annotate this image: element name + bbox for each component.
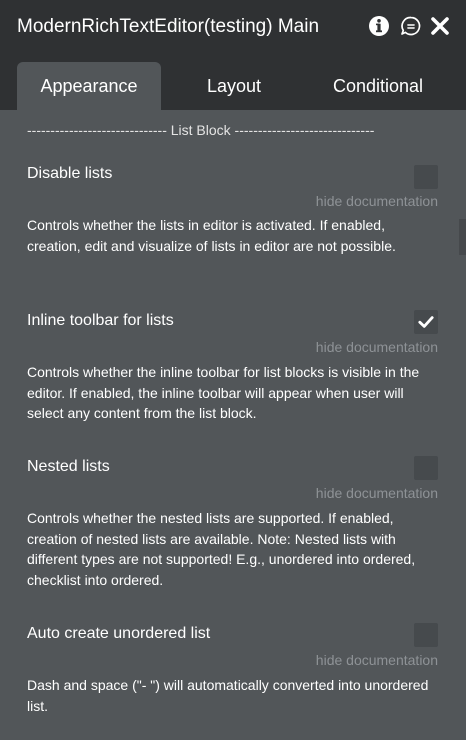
property-label-disable-lists: Disable lists <box>27 165 113 182</box>
checkmark-icon <box>418 315 434 334</box>
hide-documentation-link[interactable]: hide documentation <box>290 652 438 668</box>
checkbox-inline-toolbar[interactable] <box>414 310 438 334</box>
tab-conditional[interactable]: Conditional <box>314 62 442 110</box>
property-label-auto-create-unordered-list: Auto create unordered list <box>27 625 211 642</box>
property-description: Controls whether the inline toolbar for … <box>27 364 420 421</box>
info-icon[interactable] <box>368 14 394 42</box>
hide-documentation-link[interactable]: hide documentation <box>290 193 438 209</box>
property-description: Controls whether the nested lists are su… <box>27 510 416 588</box>
window-title: ModernRichTextEditor(testing) Main <box>17 16 320 37</box>
checkbox-disable-lists[interactable] <box>414 165 438 189</box>
scrollbar-thumb[interactable] <box>459 219 466 255</box>
section-divider: ------------------------------ List Bloc… <box>27 122 375 138</box>
hide-documentation-link[interactable]: hide documentation <box>290 485 438 501</box>
tab-bar: Appearance Layout Conditional <box>0 56 466 110</box>
comment-icon[interactable] <box>398 14 424 42</box>
property-label-nested-lists: Nested lists <box>27 458 110 475</box>
hide-documentation-link[interactable]: hide documentation <box>290 339 438 355</box>
checkbox-auto-create-unordered-list[interactable] <box>414 623 438 647</box>
close-icon[interactable] <box>428 14 454 42</box>
property-description: Dash and space ("- ") will automatically… <box>27 677 429 714</box>
tab-appearance[interactable]: Appearance <box>17 62 161 110</box>
property-label-inline-toolbar: Inline toolbar for lists <box>27 312 174 329</box>
property-description: Controls whether the lists in editor is … <box>27 217 396 254</box>
checkbox-nested-lists[interactable] <box>414 456 438 480</box>
properties-panel: ------------------------------ List Bloc… <box>0 110 466 740</box>
tab-layout[interactable]: Layout <box>176 62 292 110</box>
title-bar: ModernRichTextEditor(testing) Main <box>0 0 466 56</box>
